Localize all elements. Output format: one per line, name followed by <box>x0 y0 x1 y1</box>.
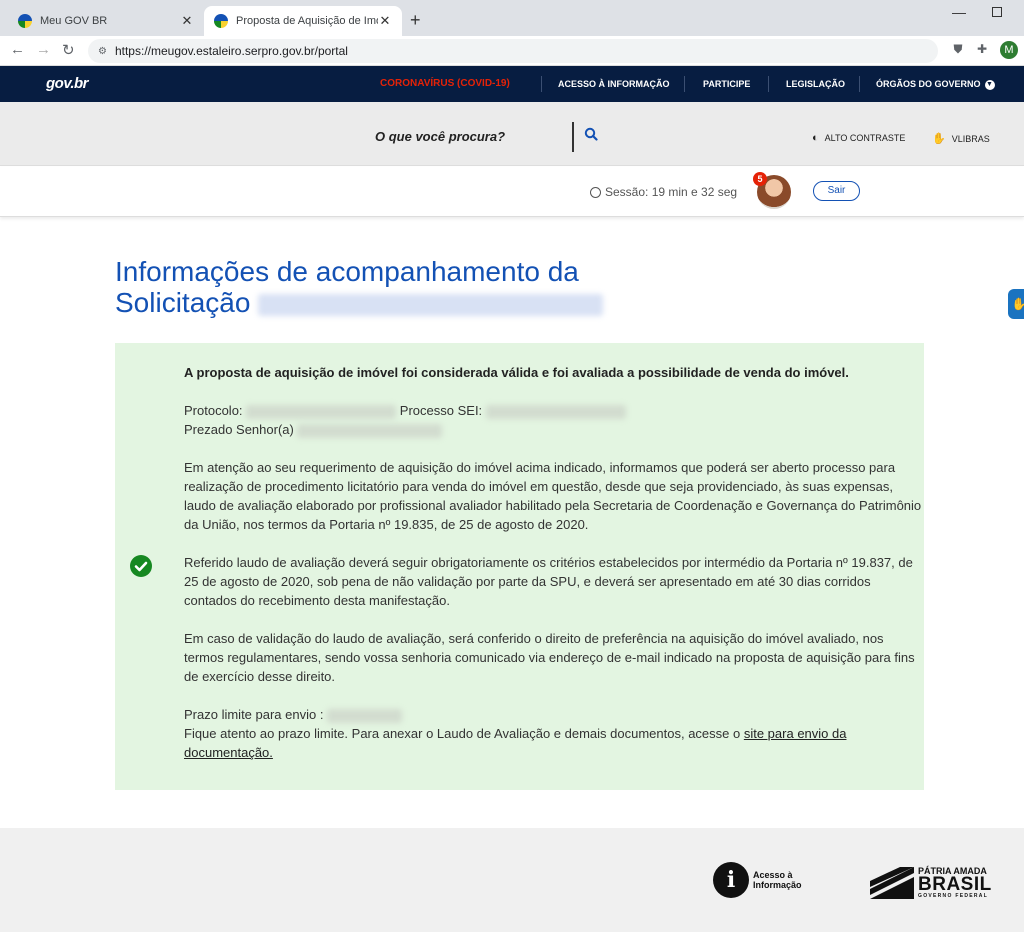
close-icon[interactable]: ✕ <box>378 13 392 29</box>
brasil-main-text: BRASIL <box>918 874 992 895</box>
page-title-line1: Informações de acompanhamento da <box>115 256 579 287</box>
puzzle-extensions-icon[interactable]: ✚ <box>974 42 990 58</box>
status-card: A proposta de aquisição de imóvel foi co… <box>115 343 924 790</box>
nav-divider <box>859 76 860 92</box>
card-content: A proposta de aquisição de imóvel foi co… <box>184 363 924 781</box>
notification-badge[interactable]: 5 <box>753 172 767 186</box>
nav-divider <box>541 76 542 92</box>
nav-link-orgaos-governo[interactable]: ÓRGÃOS DO GOVERNO ▼ <box>876 79 995 90</box>
clock-icon <box>590 186 601 198</box>
session-text: Sessão: 19 min e 32 seg <box>605 185 738 199</box>
url-field[interactable]: ⚙ https://meugov.estaleiro.serpro.gov.br… <box>88 39 938 63</box>
redacted-request-id <box>258 293 604 316</box>
tab-label: Meu GOV BR <box>40 15 108 27</box>
patria-amada-brasil-logo: PÁTRIA AMADA BRASIL GOVERNO FEDERAL <box>870 866 992 899</box>
brasil-wordmark: PÁTRIA AMADA BRASIL GOVERNO FEDERAL <box>918 866 992 899</box>
brasil-sub-text: GOVERNO FEDERAL <box>918 893 989 899</box>
url-text: https://meugov.estaleiro.serpro.gov.br/p… <box>114 44 348 58</box>
govbr-favicon-icon <box>214 14 228 28</box>
search-icon[interactable] <box>584 127 598 146</box>
page-title-line2: Solicitação <box>115 287 251 318</box>
shield-extension-icon[interactable]: ⛊ <box>950 42 966 58</box>
brasil-mark-icon <box>870 866 914 899</box>
gov-top-nav: gov.br CORONAVÍRUS (COVID-19) ACESSO À I… <box>0 66 1024 102</box>
address-bar: ← → ↻ ⚙ https://meugov.estaleiro.serpro.… <box>0 36 1024 66</box>
user-session-bar: Sessão: 19 min e 32 seg 5 Sair <box>0 167 1024 217</box>
site-info-icon[interactable]: ⚙ <box>98 46 107 57</box>
vlibras-widget-icon[interactable]: ✋ <box>1008 289 1024 319</box>
logout-button[interactable]: Sair <box>813 181 860 201</box>
profile-avatar[interactable]: M <box>1000 41 1018 59</box>
search-divider <box>572 122 574 152</box>
nav-link-participe[interactable]: PARTICIPE <box>703 79 750 89</box>
processo-label: Processo SEI: <box>399 403 483 418</box>
redacted-protocolo <box>246 404 397 419</box>
high-contrast-label: ALTO CONTRASTE <box>824 133 906 143</box>
deadline-block: Prazo limite para envio : Fique atento a… <box>184 705 924 762</box>
paragraph-3: Em caso de validação do laudo de avaliaç… <box>184 631 915 684</box>
footer: i Acesso à Informação PÁTRIA AMADA BRASI… <box>0 828 1024 932</box>
prezado-label: Prezado Senhor(a) <box>184 422 294 437</box>
nav-link-label: ÓRGÃOS DO GOVERNO <box>876 79 981 89</box>
page-title: Informações de acompanhamento da Solicit… <box>115 256 604 318</box>
browser-tab-bar: Meu GOV BR ✕ Proposta de Aquisição de Im… <box>0 0 1024 36</box>
redacted-deadline <box>327 708 403 723</box>
paragraph-2: Referido laudo de avaliação deverá segui… <box>184 555 913 608</box>
nav-link-acesso-informacao[interactable]: ACESSO À INFORMAÇÃO <box>558 79 670 89</box>
acesso-informacao-label: Acesso à Informação <box>753 870 802 890</box>
status-lead: A proposta de aquisição de imóvel foi co… <box>184 365 849 380</box>
high-contrast-button[interactable]: ◐ ALTO CONTRASTE <box>812 132 905 144</box>
vlibras-label: VLIBRAS <box>951 133 990 144</box>
search-input[interactable]: O que você procura? <box>375 129 505 144</box>
protocolo-label: Protocolo: <box>184 403 243 418</box>
contrast-icon: ◐ <box>812 132 819 144</box>
search-header: O que você procura? ◐ ALTO CONTRASTE ✋ V… <box>0 102 1024 166</box>
maximize-icon[interactable] <box>992 7 1002 17</box>
reload-icon[interactable]: ↻ <box>62 41 75 59</box>
minimize-icon[interactable]: — <box>952 4 966 20</box>
new-tab-plus-icon[interactable]: + <box>410 10 421 31</box>
fique-text: Fique atento ao prazo limite. Para anexa… <box>184 726 744 741</box>
tab-label: Proposta de Aquisição de Imóvel <box>236 15 378 27</box>
nav-link-legislacao[interactable]: LEGISLAÇÃO <box>786 79 845 89</box>
redacted-processo <box>485 404 626 419</box>
back-arrow-icon[interactable]: ← <box>10 41 25 58</box>
hand-sign-icon: ✋ <box>932 133 946 145</box>
prazo-label: Prazo limite para envio : <box>184 707 324 722</box>
govbr-favicon-icon <box>18 14 32 28</box>
browser-tab-meu-gov[interactable]: Meu GOV BR ✕ <box>8 6 204 36</box>
nav-divider <box>684 76 685 92</box>
browser-tab-proposta[interactable]: Proposta de Aquisição de Imóvel ✕ <box>204 6 402 36</box>
forward-arrow-icon[interactable]: → <box>36 41 51 58</box>
paragraph-1: Em atenção ao seu requerimento de aquisi… <box>184 460 922 532</box>
info-icon: i <box>713 862 749 898</box>
redacted-name <box>297 423 443 438</box>
close-icon[interactable]: ✕ <box>180 13 194 29</box>
nav-divider <box>768 76 769 92</box>
nav-link-coronavirus[interactable]: CORONAVÍRUS (COVID-19) <box>380 78 510 89</box>
govbr-logo[interactable]: gov.br <box>46 75 89 92</box>
acesso-informacao-logo[interactable]: i Acesso à Informação <box>713 862 813 898</box>
chevron-down-icon: ▼ <box>984 79 995 90</box>
vlibras-button[interactable]: ✋ VLIBRAS <box>932 132 990 145</box>
protocol-block: Protocolo: Processo SEI: Prezado Senhor(… <box>184 401 924 439</box>
check-circle-icon <box>130 555 152 577</box>
session-timer: Sessão: 19 min e 32 seg <box>590 185 737 199</box>
